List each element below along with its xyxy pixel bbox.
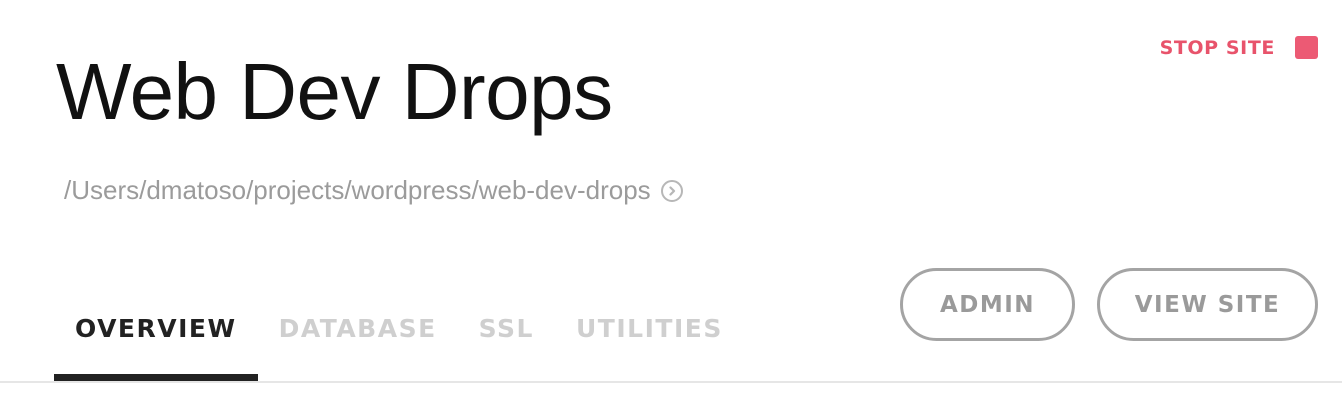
stop-site-label: STOP SITE — [1159, 36, 1275, 59]
site-tabs: OVERVIEW DATABASE SSL UTILITIES — [54, 310, 744, 382]
stop-site-button[interactable]: STOP SITE — [1160, 36, 1318, 59]
site-path: /Users/dmatoso/projects/wordpress/web-de… — [64, 175, 683, 206]
chevron-right-circle-icon[interactable] — [660, 179, 683, 202]
view-site-button[interactable]: VIEW SITE — [1097, 268, 1318, 341]
site-actions: ADMIN VIEW SITE — [900, 268, 1318, 341]
tabs-divider — [0, 381, 1342, 383]
tab-database[interactable]: DATABASE — [258, 310, 458, 382]
stop-icon — [1295, 36, 1318, 59]
tab-utilities[interactable]: UTILITIES — [555, 310, 744, 382]
site-title: Web Dev Drops — [56, 47, 613, 136]
admin-button[interactable]: ADMIN — [900, 268, 1075, 341]
site-path-text: /Users/dmatoso/projects/wordpress/web-de… — [64, 175, 651, 205]
tab-ssl[interactable]: SSL — [458, 310, 555, 382]
tab-overview[interactable]: OVERVIEW — [54, 310, 258, 382]
